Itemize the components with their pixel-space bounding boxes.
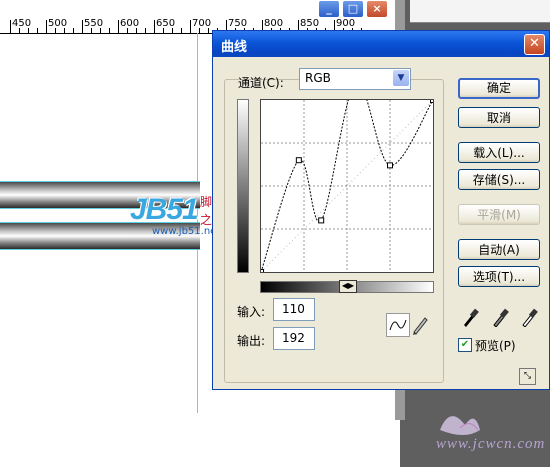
channel-value: RGB [305, 71, 331, 85]
curve-control-point[interactable] [430, 97, 436, 103]
jb51-logo-text: JB51 [130, 193, 199, 226]
cancel-button[interactable]: 取消 [458, 107, 540, 128]
output-label: 输出: [237, 334, 266, 348]
curves-dialog: 曲线 ✕ 通道(C): RGB ▼ ◀▶ 输入: 110 输出: 192 确定 … [212, 30, 550, 390]
ruler-minor-tick [145, 28, 146, 33]
bar-edge [0, 181, 200, 182]
gradient-toggle-icon[interactable]: ◀▶ [339, 280, 357, 293]
curve-svg[interactable] [258, 79, 436, 275]
gray-eyedropper-icon[interactable] [491, 307, 509, 328]
horizontal-ruler: 450 500 550 600 650 700 750 800 850 900 [0, 0, 400, 34]
white-eyedropper-icon[interactable] [520, 307, 538, 328]
ruler-minor-tick [181, 28, 182, 33]
ruler-minor-tick [199, 28, 200, 33]
chevron-down-icon[interactable]: ▼ [393, 70, 409, 86]
ruler-major-tick [82, 20, 83, 33]
bar-edge [0, 249, 200, 250]
output-field[interactable]: 192 [273, 327, 315, 350]
ruler-minor-tick [19, 28, 20, 33]
curve-control-point[interactable] [318, 217, 325, 224]
input-value: 110 [282, 302, 305, 316]
expand-icon[interactable]: ⤡ [519, 368, 536, 385]
curve-graph[interactable] [258, 79, 436, 275]
pencil-tool-icon[interactable] [411, 313, 429, 335]
channel-select[interactable]: RGB ▼ [299, 68, 411, 90]
minimize-button[interactable]: _ [318, 0, 340, 18]
ruler-minor-tick [37, 28, 38, 33]
preview-checkbox[interactable]: ✔ [458, 338, 472, 352]
ruler-minor-tick [73, 28, 74, 33]
auto-button[interactable]: 自动(A) [458, 239, 540, 260]
input-field[interactable]: 110 [273, 298, 315, 321]
ruler-minor-tick [28, 28, 29, 33]
ruler-major-tick [46, 20, 47, 33]
ruler-minor-tick [109, 28, 110, 33]
output-gradient-bar [237, 99, 249, 273]
smooth-button[interactable]: 平滑(M) [458, 204, 540, 225]
dialog-title: 曲线 [221, 40, 248, 55]
curve-tool-icon[interactable] [386, 313, 410, 337]
options-button[interactable]: 选项(T)... [458, 266, 540, 287]
ruler-major-tick [154, 20, 155, 33]
ruler-major-tick [118, 20, 119, 33]
jb51-logo-url: www.jb51.net [152, 226, 221, 237]
watermark: www.jcwcn.com [420, 400, 550, 462]
ruler-minor-tick [64, 28, 65, 33]
curve-control-point[interactable] [258, 269, 264, 275]
ruler-minor-tick [55, 28, 56, 33]
ruler-minor-tick [100, 28, 101, 33]
ruler-major-tick [190, 20, 191, 33]
ruler-minor-tick [136, 28, 137, 33]
watermark-text: www.jcwcn.com [436, 436, 546, 452]
ruler-major-tick [10, 20, 11, 33]
ok-button[interactable]: 确定 [458, 78, 540, 99]
maximize-button[interactable]: □ [342, 0, 364, 18]
curve-control-point[interactable] [387, 162, 393, 169]
side-panel-header [410, 0, 550, 23]
dialog-titlebar[interactable]: 曲线 ✕ [213, 31, 549, 57]
save-button[interactable]: 存储(S)... [458, 169, 540, 190]
ruler-minor-tick [127, 28, 128, 33]
black-eyedropper-icon[interactable] [461, 307, 479, 327]
jb51-logo: JB51 脚本 之家 www.jb51.net [130, 193, 224, 237]
close-window-button[interactable]: × [366, 0, 388, 18]
close-button[interactable]: ✕ [524, 34, 545, 55]
curve-control-point[interactable] [295, 157, 302, 164]
channel-label: 通道(C): [238, 76, 284, 90]
ruler-minor-tick [91, 28, 92, 33]
load-button[interactable]: 载入(L)... [458, 142, 540, 163]
preview-label: 预览(P) [475, 339, 516, 353]
ruler-minor-tick [172, 28, 173, 33]
ruler-minor-tick [163, 28, 164, 33]
input-label: 输入: [237, 305, 266, 319]
ruler-minor-tick [208, 28, 209, 33]
output-value: 192 [282, 331, 305, 345]
